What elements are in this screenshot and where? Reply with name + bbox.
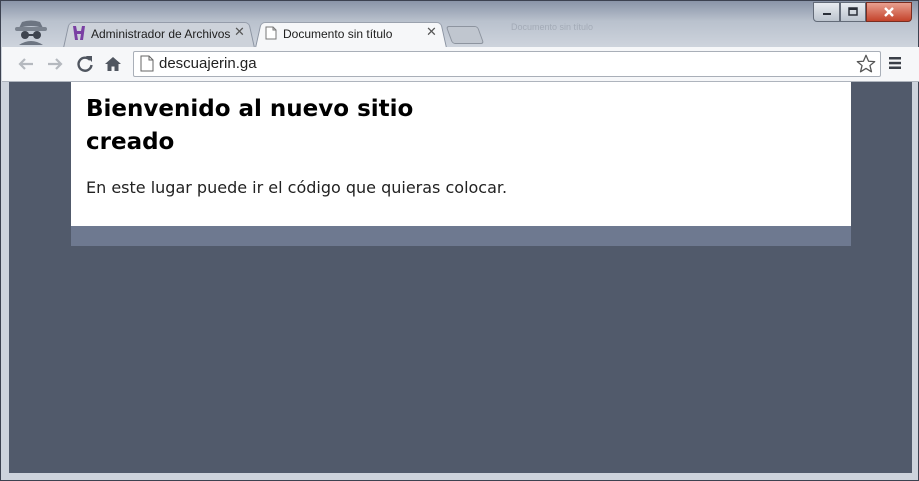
incognito-icon (15, 20, 47, 45)
window-controls (813, 2, 912, 22)
address-bar[interactable]: descuajerin.ga (133, 51, 881, 77)
page-viewport: Bienvenido al nuevo sitio creado En este… (9, 82, 912, 473)
new-tab-button[interactable] (445, 26, 485, 44)
page-heading: Bienvenido al nuevo sitio creado (86, 96, 414, 155)
tab-administrador[interactable]: Administrador de Archivos ✕ (63, 20, 255, 48)
close-icon (884, 7, 894, 17)
tab-close-icon[interactable]: ✕ (426, 25, 437, 40)
browser-toolbar: descuajerin.ga (2, 47, 919, 82)
blank-page-icon (265, 26, 277, 40)
tab-documento[interactable]: Documento sin título ✕ (255, 20, 447, 48)
title-bar: Administrador de Archivos ✕ Documento si… (1, 1, 918, 48)
maximize-icon (848, 7, 858, 16)
purple-h-logo-icon (73, 26, 85, 40)
faded-window-title: Documento sin título (511, 22, 594, 32)
home-icon[interactable] (103, 54, 123, 74)
tab-label: Administrador de Archivos (91, 27, 231, 41)
forward-arrow-icon[interactable] (45, 54, 65, 74)
reload-icon[interactable] (75, 54, 95, 74)
close-window-button[interactable] (866, 2, 912, 22)
tab-close-icon[interactable]: ✕ (234, 25, 245, 40)
minimize-icon (822, 13, 831, 15)
content-panel: Bienvenido al nuevo sitio creado En este… (71, 82, 851, 226)
tab-label: Documento sin título (283, 27, 393, 41)
page-paragraph: En este lugar puede ir el código que qui… (86, 178, 508, 197)
browser-window: Administrador de Archivos ✕ Documento si… (0, 0, 919, 481)
footer-strip (71, 226, 851, 246)
url-text: descuajerin.ga (159, 55, 257, 72)
minimize-button[interactable] (813, 2, 840, 22)
back-arrow-icon[interactable] (16, 54, 36, 74)
hamburger-menu-icon[interactable] (888, 56, 902, 70)
star-icon[interactable] (855, 53, 877, 75)
page-icon (140, 55, 154, 72)
maximize-button[interactable] (840, 2, 866, 22)
